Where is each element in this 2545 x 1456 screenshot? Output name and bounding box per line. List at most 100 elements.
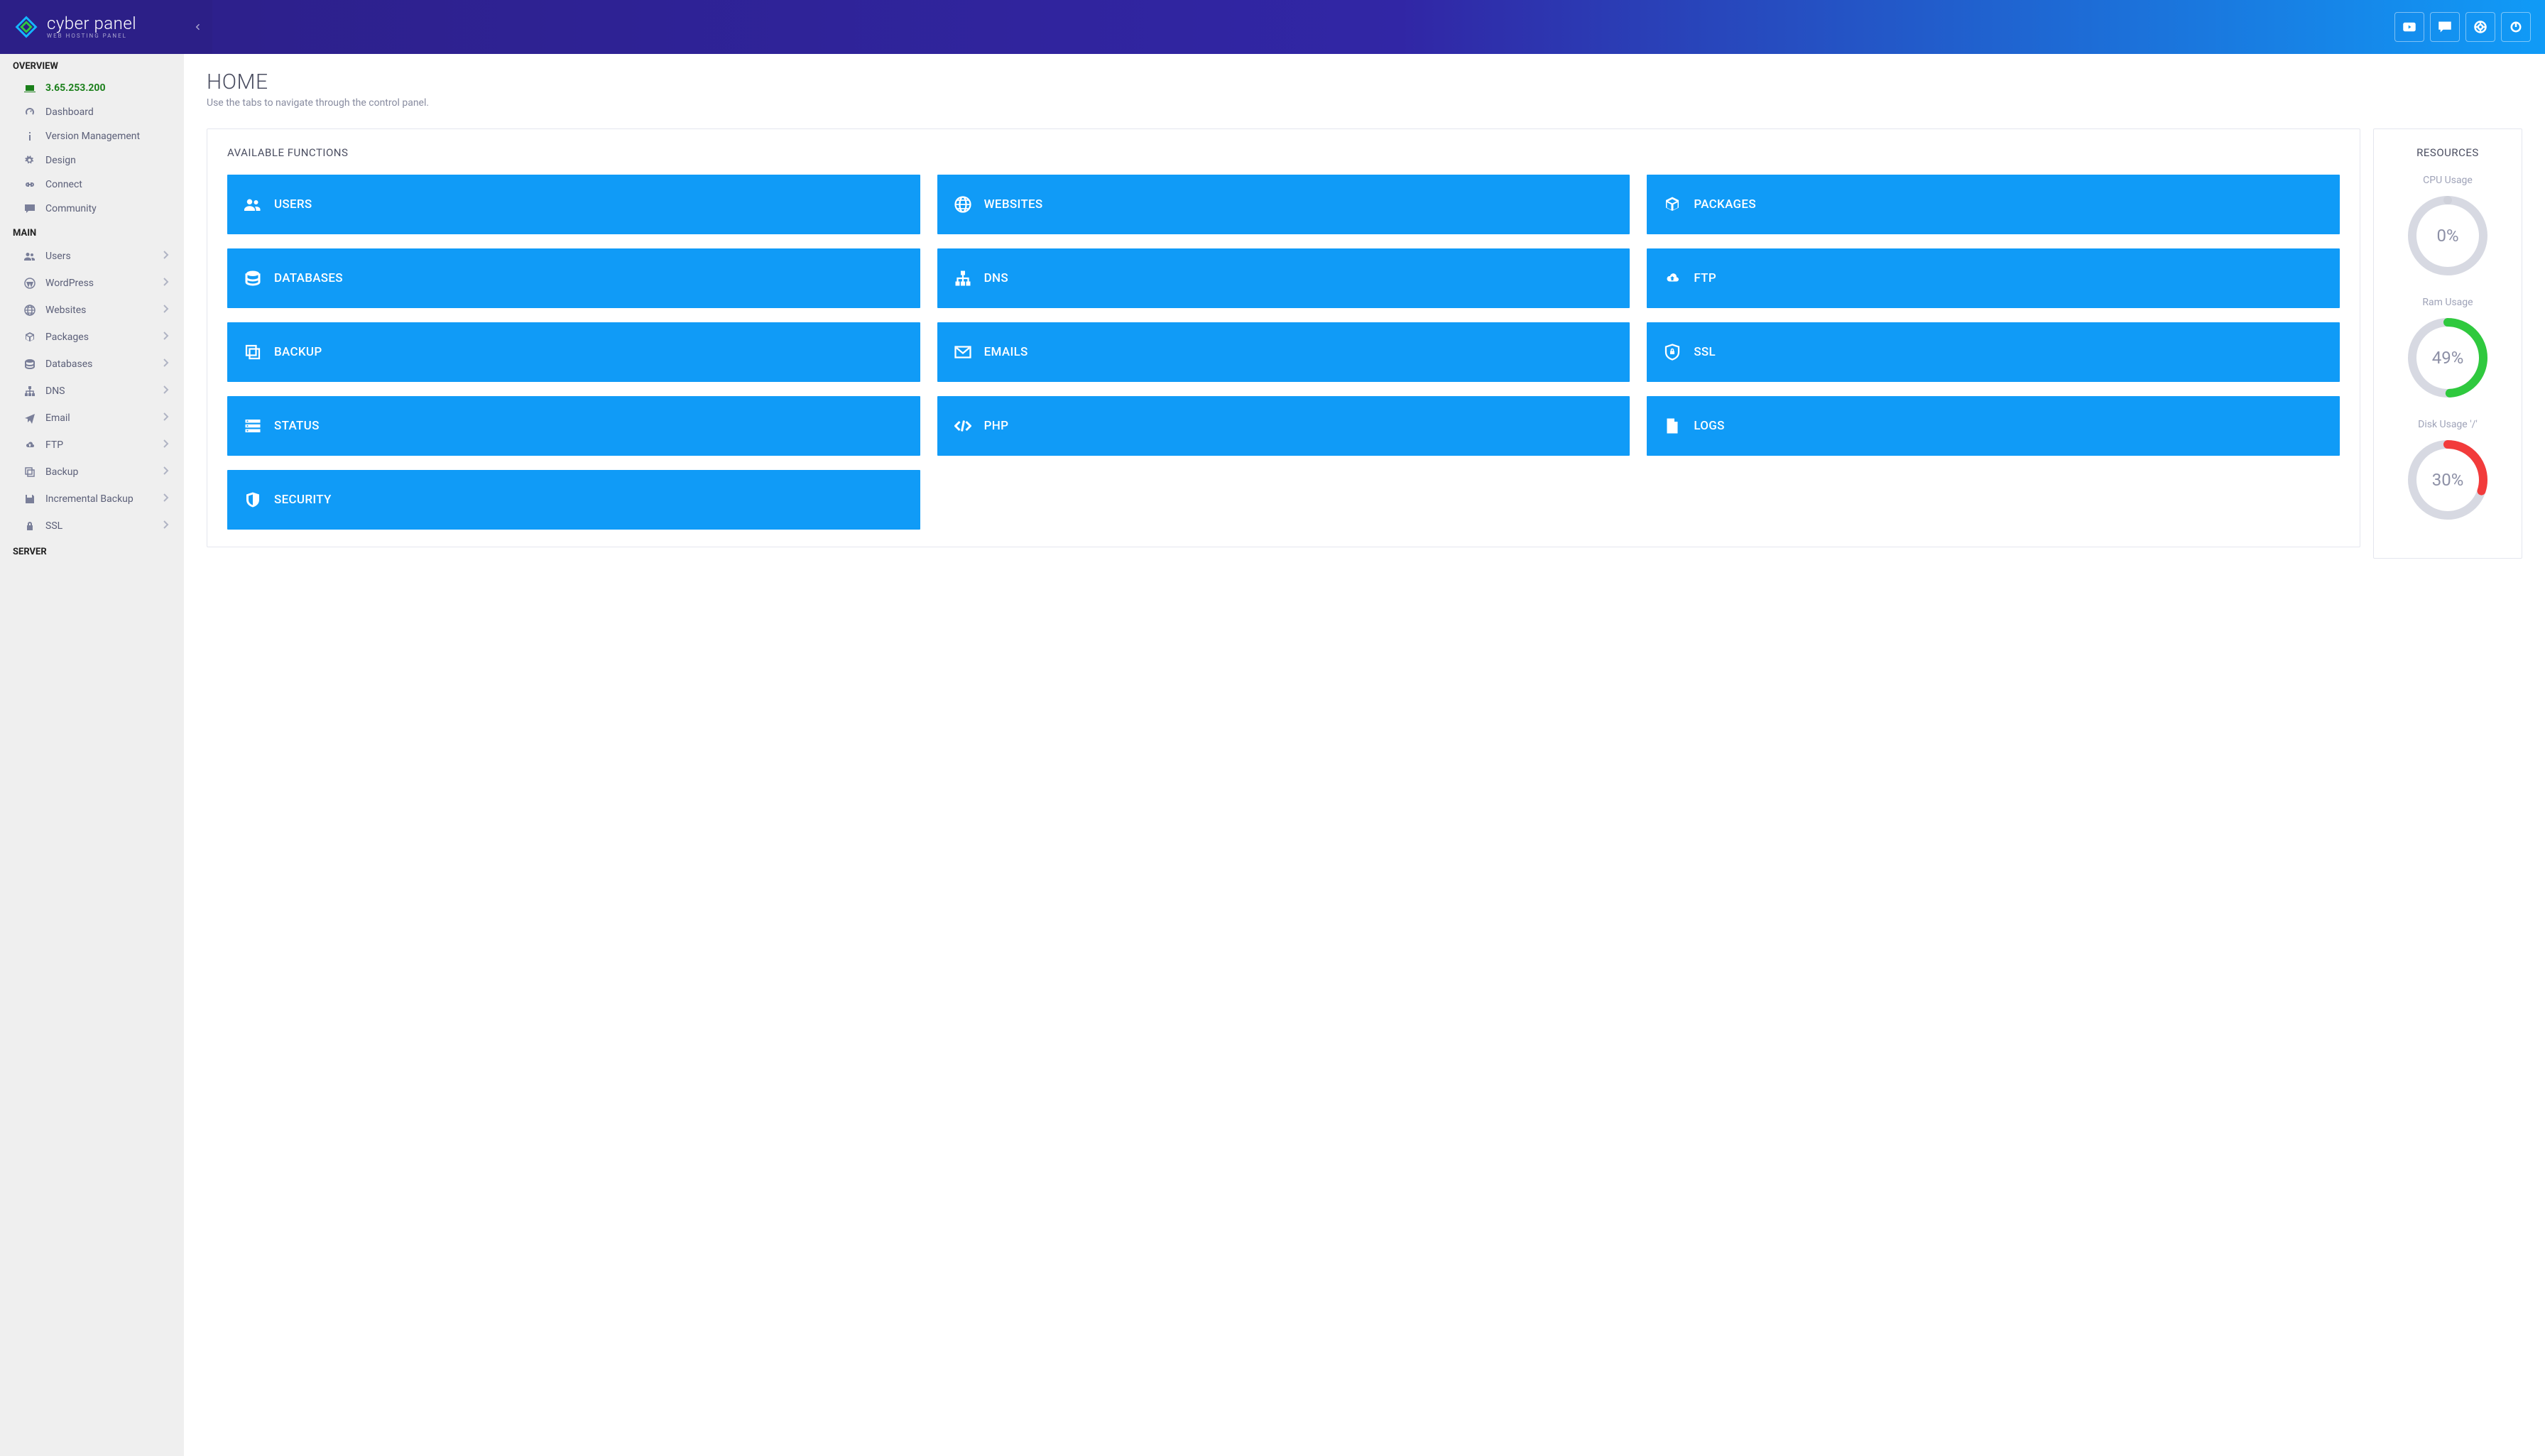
gauge-title: Disk Usage '/': [2394, 419, 2502, 430]
tile-dns[interactable]: DNS: [937, 248, 1630, 308]
dashboard-icon: [21, 106, 38, 118]
sidebar-item-version-management[interactable]: Version Management: [0, 124, 184, 148]
tile-databases[interactable]: DATABASES: [227, 248, 920, 308]
tile-label: DATABASES: [274, 271, 343, 285]
sidebar-item-3-65-253-200[interactable]: 3.65.253.200: [0, 76, 184, 100]
resources-panel: RESOURCES CPU Usage 0% Ram Usage 49% Disk Us…: [2373, 128, 2522, 559]
sidebar-item-packages[interactable]: Packages: [0, 324, 184, 351]
sidebar-item-community[interactable]: Community: [0, 197, 184, 221]
chevron-right-icon: [160, 519, 171, 533]
tile-label: BACKUP: [274, 345, 322, 359]
chat-button[interactable]: [2430, 12, 2460, 42]
power-button[interactable]: [2501, 12, 2531, 42]
chevron-right-icon: [160, 492, 171, 506]
sidebar-item-label: Incremental Backup: [45, 493, 133, 505]
sidebar-item-email[interactable]: Email: [0, 405, 184, 432]
sidebar-item-ftp[interactable]: FTP: [0, 432, 184, 459]
sidebar-item-design[interactable]: Design: [0, 148, 184, 173]
sitemap-icon: [21, 385, 38, 397]
gauge-value: 49%: [2405, 315, 2490, 400]
tile-users[interactable]: USERS: [227, 175, 920, 234]
sidebar-section-overview: OVERVIEW: [0, 54, 184, 76]
tile-label: USERS: [274, 197, 312, 212]
tile-ftp[interactable]: FTP: [1647, 248, 2340, 308]
globe-icon: [953, 196, 973, 213]
sidebar-item-ssl[interactable]: SSL: [0, 513, 184, 540]
chevron-right-icon: [160, 303, 171, 317]
functions-heading: AVAILABLE FUNCTIONS: [227, 146, 2340, 159]
copy-icon: [243, 344, 263, 361]
database-icon: [243, 270, 263, 287]
topbar-actions: [2394, 12, 2545, 42]
sidebar-collapse-button[interactable]: [184, 0, 212, 54]
code-icon: [953, 417, 973, 434]
gauge-title: Ram Usage: [2394, 297, 2502, 308]
tile-label: LOGS: [1694, 419, 1724, 433]
sidebar-item-backup[interactable]: Backup: [0, 459, 184, 486]
tile-label: PACKAGES: [1694, 197, 1756, 212]
laptop-icon: [21, 82, 38, 94]
sidebar-item-wordpress[interactable]: WordPress: [0, 270, 184, 297]
sidebar-item-label: 3.65.253.200: [45, 82, 105, 94]
chevron-right-icon: [160, 438, 171, 452]
tile-security[interactable]: SECURITY: [227, 470, 920, 530]
chevron-right-icon: [160, 384, 171, 398]
functions-panel: AVAILABLE FUNCTIONS USERS WEBSITES PACKAGE…: [207, 128, 2360, 547]
sidebar-item-label: FTP: [45, 439, 63, 451]
tile-ssl[interactable]: SSL: [1647, 322, 2340, 382]
wordpress-icon: [21, 278, 38, 289]
chevron-right-icon: [160, 249, 171, 263]
sidebar-item-users[interactable]: Users: [0, 243, 184, 270]
gauge-value: 0%: [2405, 193, 2490, 278]
sidebar-item-label: Packages: [45, 332, 89, 343]
tile-label: EMAILS: [984, 345, 1028, 359]
cloud-up-icon: [21, 439, 38, 451]
resources-heading: RESOURCES: [2394, 146, 2502, 159]
sidebar-item-websites[interactable]: Websites: [0, 297, 184, 324]
sidebar-item-incremental-backup[interactable]: Incremental Backup: [0, 486, 184, 513]
file-icon: [1662, 417, 1682, 434]
save-icon: [21, 493, 38, 505]
youtube-button[interactable]: [2394, 12, 2424, 42]
tile-status[interactable]: STATUS: [227, 396, 920, 456]
sidebar-item-label: Design: [45, 155, 76, 166]
sidebar-item-label: Websites: [45, 305, 86, 316]
tile-backup[interactable]: BACKUP: [227, 322, 920, 382]
sidebar-item-dashboard[interactable]: Dashboard: [0, 100, 184, 124]
database-icon: [21, 358, 38, 370]
sidebar-item-label: Version Management: [45, 131, 140, 142]
cloud-up-icon: [1662, 270, 1682, 287]
sidebar-item-label: Email: [45, 412, 70, 424]
sidebar-item-label: WordPress: [45, 278, 94, 289]
sidebar-item-label: Users: [45, 251, 71, 262]
tile-label: PHP: [984, 419, 1009, 433]
help-button[interactable]: [2465, 12, 2495, 42]
tile-label: WEBSITES: [984, 197, 1043, 212]
link-icon: [21, 179, 38, 190]
tile-label: DNS: [984, 271, 1008, 285]
sidebar-item-label: Connect: [45, 179, 82, 190]
sidebar-section-server: SERVER: [0, 540, 184, 562]
sidebar-item-dns[interactable]: DNS: [0, 378, 184, 405]
sidebar-item-connect[interactable]: Connect: [0, 173, 184, 197]
gauge-ring: 49%: [2405, 315, 2490, 400]
gauge-title: CPU Usage: [2394, 175, 2502, 186]
tile-packages[interactable]: PACKAGES: [1647, 175, 2340, 234]
tile-emails[interactable]: EMAILS: [937, 322, 1630, 382]
brand[interactable]: cyber panel WEB HOSTING PANEL: [0, 0, 184, 54]
tile-websites[interactable]: WEBSITES: [937, 175, 1630, 234]
sidebar-item-databases[interactable]: Databases: [0, 351, 184, 378]
tile-label: STATUS: [274, 419, 320, 433]
users-icon: [243, 196, 263, 213]
tile-label: SSL: [1694, 345, 1716, 359]
sidebar: OVERVIEW 3.65.253.200 Dashboard Version Man…: [0, 54, 184, 1456]
copy-icon: [21, 466, 38, 478]
chevron-right-icon: [160, 330, 171, 344]
info-icon: [21, 131, 38, 142]
tile-logs[interactable]: LOGS: [1647, 396, 2340, 456]
chevron-right-icon: [160, 411, 171, 425]
packages-icon: [1662, 196, 1682, 213]
tile-php[interactable]: PHP: [937, 396, 1630, 456]
lock-icon: [21, 520, 38, 532]
sidebar-item-label: Dashboard: [45, 106, 94, 118]
